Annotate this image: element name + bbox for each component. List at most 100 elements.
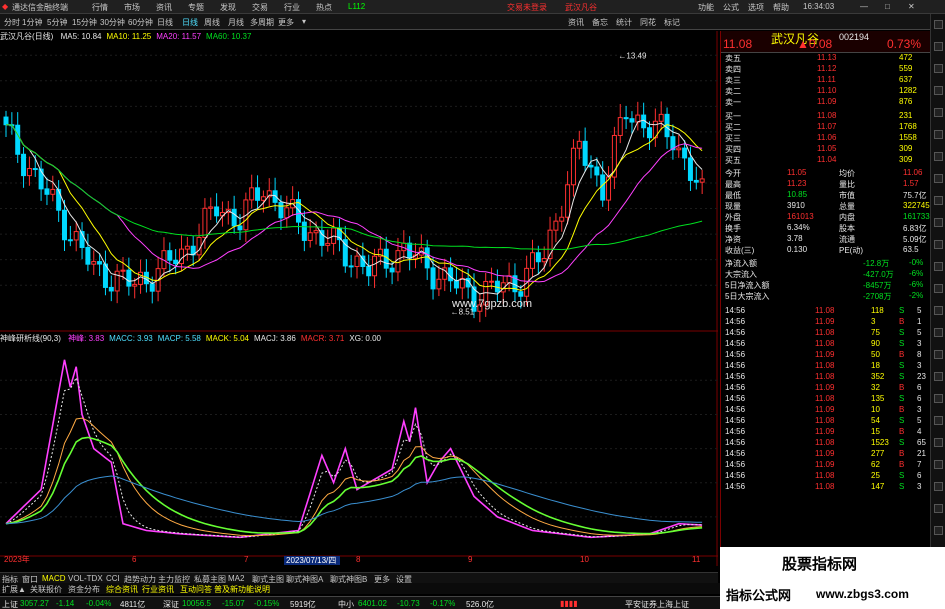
candle-body [453, 280, 459, 289]
period-tab-6[interactable]: 日线 [157, 17, 173, 28]
tick-price: 11.09 [815, 405, 835, 414]
toolbar-right-3[interactable]: 同花 [640, 17, 656, 28]
sidebar-tool-icon[interactable] [934, 328, 943, 337]
stat-label: 外盘 [725, 213, 741, 222]
sidebar-tool-icon[interactable] [934, 152, 943, 161]
sidebar-tool-icon[interactable] [934, 350, 943, 359]
tick-volume: 352 [871, 372, 885, 381]
toolbar-right-0[interactable]: 资讯 [568, 17, 584, 28]
period-tab-5[interactable]: 60分钟 [128, 17, 153, 28]
menu-right-3[interactable]: 公式 [723, 2, 739, 13]
index-zx-pct: -0.17% [430, 599, 456, 608]
sidebar-tool-icon[interactable] [934, 130, 943, 139]
toolbar-right-2[interactable]: 统计 [616, 17, 632, 28]
sidebar-tool-icon[interactable] [934, 416, 943, 425]
indicator-tab[interactable]: VOL-TDX [68, 574, 103, 583]
sidebar-tool-icon[interactable] [934, 174, 943, 183]
candle-body [582, 140, 588, 166]
extension-tab[interactable]: 资金分布 [68, 584, 100, 595]
index-sh-pct: -0.04% [86, 599, 112, 608]
x-axis-label: 11 [692, 555, 701, 564]
indicator-title[interactable]: 神峰研析线(90,3) [0, 334, 61, 343]
stat-label: 均价 [839, 169, 855, 178]
sidebar-tool-icon[interactable] [934, 438, 943, 447]
close-icon[interactable]: ✕ [908, 2, 915, 11]
menu-right-2[interactable]: 功能 [698, 2, 714, 13]
menu-item-5[interactable]: 交易 [252, 2, 268, 13]
sidebar-tool-icon[interactable] [934, 262, 943, 271]
minimize-icon[interactable]: — [860, 2, 868, 11]
candle-body [489, 280, 495, 283]
trading-window: { "window": { "app_title": "通达信金融终端", "m… [0, 0, 945, 609]
sidebar-tool-icon[interactable] [934, 526, 943, 535]
tick-count: 23 [917, 372, 926, 381]
menu-item-2[interactable]: 资讯 [156, 2, 172, 13]
tick-time: 14:56 [725, 383, 746, 392]
sidebar-tool-icon[interactable] [934, 240, 943, 249]
period-tab-active[interactable]: 日线 [182, 17, 198, 28]
menu-right-4[interactable]: 选项 [748, 2, 764, 13]
menu-item-3[interactable]: 专题 [188, 2, 204, 13]
menu-right-5[interactable]: 帮助 [773, 2, 789, 13]
candle-body [132, 283, 138, 287]
period-tab-0[interactable]: 分时 [4, 17, 20, 28]
extension-tab[interactable]: 行业资讯 [142, 584, 174, 595]
ask-price: 11.10 [817, 86, 837, 95]
menu-item-1[interactable]: 市场 [124, 2, 140, 13]
tick-volume: 15 [871, 427, 880, 436]
period-tab-more[interactable]: 更多 [278, 17, 294, 28]
sidebar-tool-icon[interactable] [934, 108, 943, 117]
sidebar-tool-icon[interactable] [934, 504, 943, 513]
toolbar-right-4[interactable]: 标记 [664, 17, 680, 28]
tick-count: 3 [917, 482, 922, 491]
menu-item-6[interactable]: 行业 [284, 2, 300, 13]
sidebar-tool-icon[interactable] [934, 284, 943, 293]
chart-area[interactable]: 25.0020.0015.0010.005.002023年67891011202… [0, 31, 718, 566]
sidebar-tool-icon[interactable] [934, 64, 943, 73]
period-tab-multi[interactable]: 多周期 [250, 17, 274, 28]
candle-body [26, 168, 32, 177]
sidebar-tool-icon[interactable] [934, 460, 943, 469]
period-tab-month[interactable]: 月线 [228, 17, 244, 28]
stat-value: 75.7亿 [903, 191, 927, 200]
indicator-tab[interactable]: CCI [106, 574, 120, 583]
menu-item-0[interactable]: 行情 [92, 2, 108, 13]
tick-volume: 147 [871, 482, 885, 491]
maximize-icon[interactable]: □ [885, 2, 890, 11]
indicator-tab[interactable]: MACD [42, 574, 66, 583]
extension-tab[interactable]: 普及新功能说明 [214, 584, 270, 595]
extension-tab[interactable]: 扩展▲ [2, 584, 26, 595]
sidebar-tool-icon[interactable] [934, 196, 943, 205]
stat-value: 5.09亿 [903, 235, 927, 244]
flow-label: 大宗流入 [725, 270, 757, 279]
sidebar-tool-icon[interactable] [934, 42, 943, 51]
sidebar-tool-icon[interactable] [934, 86, 943, 95]
sidebar-tool-icon[interactable] [934, 372, 943, 381]
sidebar-tool-icon[interactable] [934, 306, 943, 315]
sidebar-tool-icon[interactable] [934, 218, 943, 227]
flow-pct: -0% [909, 258, 924, 267]
toolbar-right-1[interactable]: 备忘 [592, 17, 608, 28]
indicator-tab[interactable]: MA2 [228, 574, 244, 583]
candle-body [249, 187, 255, 201]
price-change: ▲0.08 [797, 37, 833, 51]
extension-tab[interactable]: 关联报价 [30, 584, 62, 595]
tick-volume: 75 [871, 328, 880, 337]
index-zx-amount: 526.0亿 [466, 600, 495, 609]
trade-login-status[interactable]: 交易未登录 [507, 2, 547, 13]
period-tab-3[interactable]: 15分钟 [72, 17, 97, 28]
period-tab-2[interactable]: 5分钟 [47, 17, 67, 28]
chevron-down-icon[interactable]: ▾ [302, 17, 306, 26]
sidebar-tool-icon[interactable] [934, 482, 943, 491]
period-tab-4[interactable]: 30分钟 [100, 17, 125, 28]
sidebar-tool-icon[interactable] [934, 20, 943, 29]
sidebar-tool-icon[interactable] [934, 394, 943, 403]
stat-value: 161013 [787, 212, 814, 221]
period-tab-week[interactable]: 周线 [204, 17, 220, 28]
period-tab-1[interactable]: 1分钟 [22, 17, 42, 28]
candle-body [553, 220, 559, 231]
menu-item-4[interactable]: 发现 [220, 2, 236, 13]
extension-tab[interactable]: 综合资讯 [106, 584, 138, 595]
extension-tab[interactable]: 互动问答 [180, 584, 212, 595]
menu-item-7[interactable]: 热点 [316, 2, 332, 13]
